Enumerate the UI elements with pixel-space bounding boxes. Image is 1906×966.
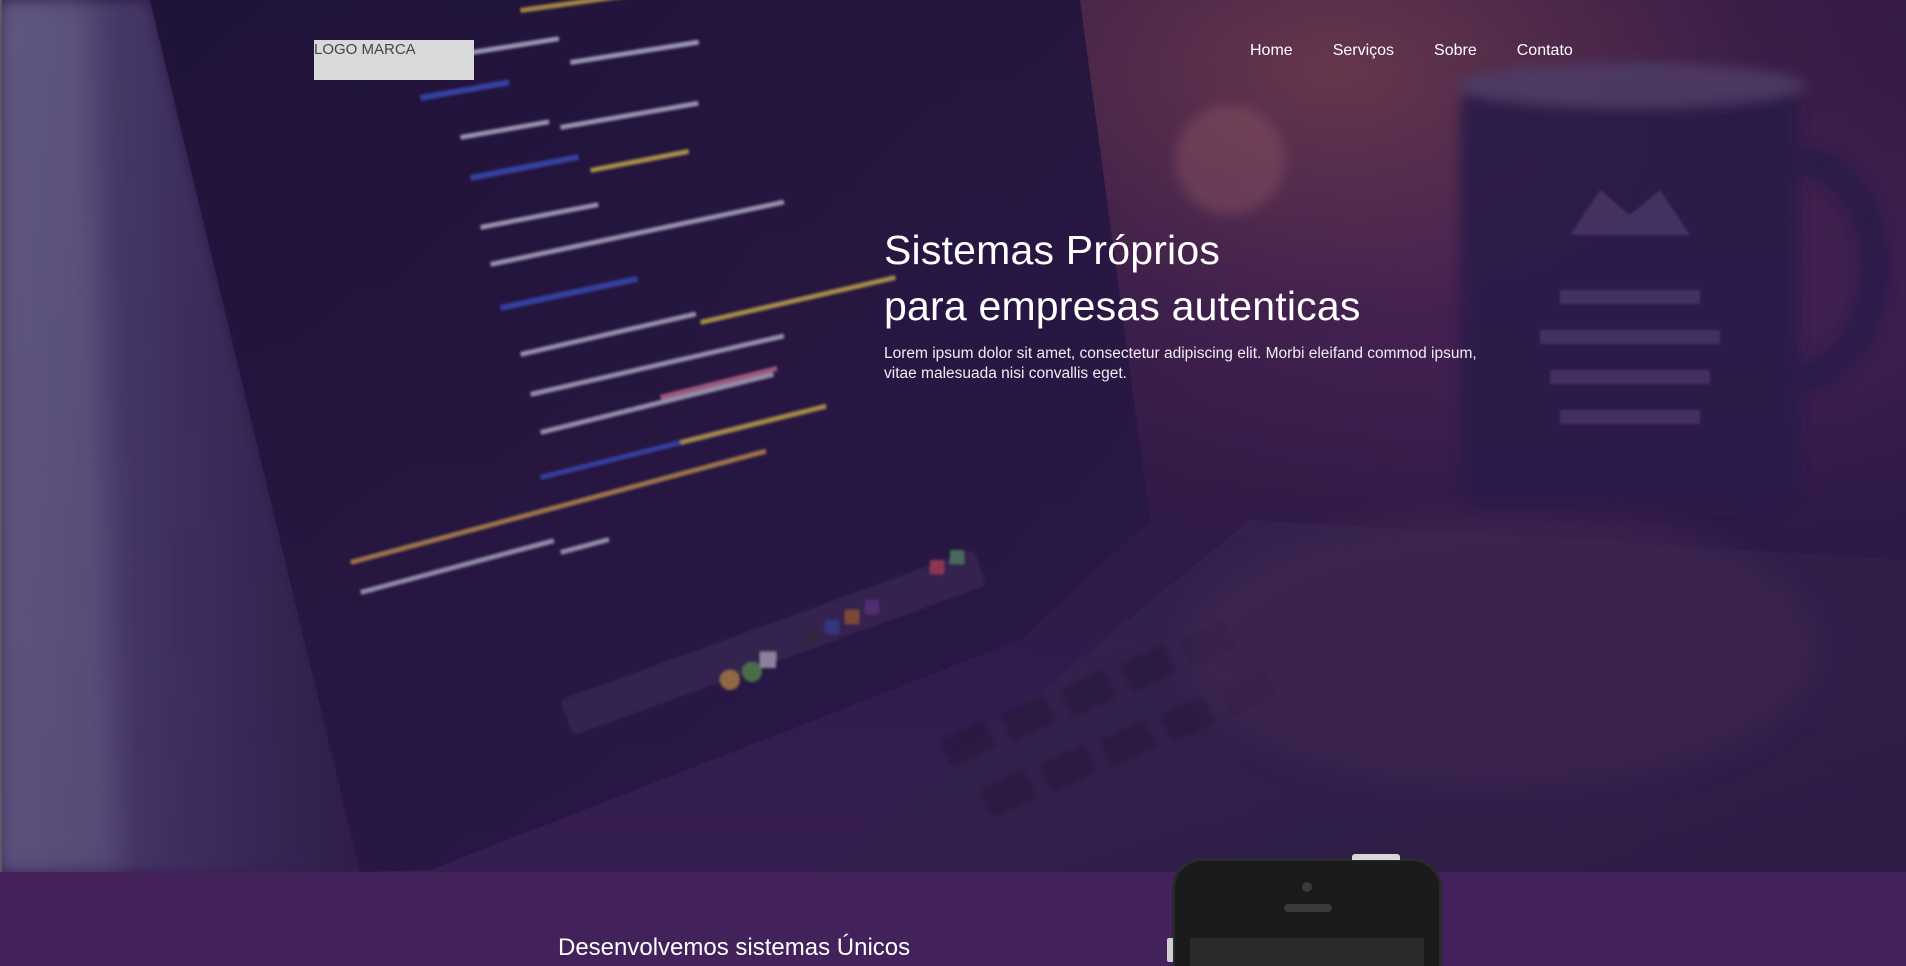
logo[interactable]: LOGO MARCA [314,40,474,80]
section-title: Desenvolvemos sistemas Únicos [558,934,911,961]
main-nav: Home Serviços Sobre Contato [1250,40,1573,62]
phone-power-button [1352,854,1400,860]
hero-overlay [0,0,1906,872]
phone-speaker [1284,904,1332,912]
phone-side-button [1167,938,1173,962]
hero-content: Sistemas Próprios para empresas autentic… [884,222,1504,384]
hero-title-line-2: para empresas autenticas [884,283,1361,329]
phone-camera [1302,882,1312,892]
services-section: Desenvolvemos sistemas Únicos [0,872,1906,966]
hero-title-line-1: Sistemas Próprios [884,227,1221,273]
nav-sobre-link[interactable]: Sobre [1434,40,1477,62]
left-edge-divider [0,0,2,872]
hero-description: Lorem ipsum dolor sit amet, consectetur … [884,345,1477,382]
nav-contato-link[interactable]: Contato [1517,40,1573,62]
hero-section: LOGO MARCA Home Serviços Sobre Contato S… [0,0,1906,872]
hero-title: Sistemas Próprios para empresas autentic… [884,222,1504,334]
nav-home-link[interactable]: Home [1250,40,1293,62]
phone-screen [1190,938,1424,966]
landing-page: LOGO MARCA Home Serviços Sobre Contato S… [0,0,1906,966]
nav-servicos-link[interactable]: Serviços [1333,40,1394,62]
